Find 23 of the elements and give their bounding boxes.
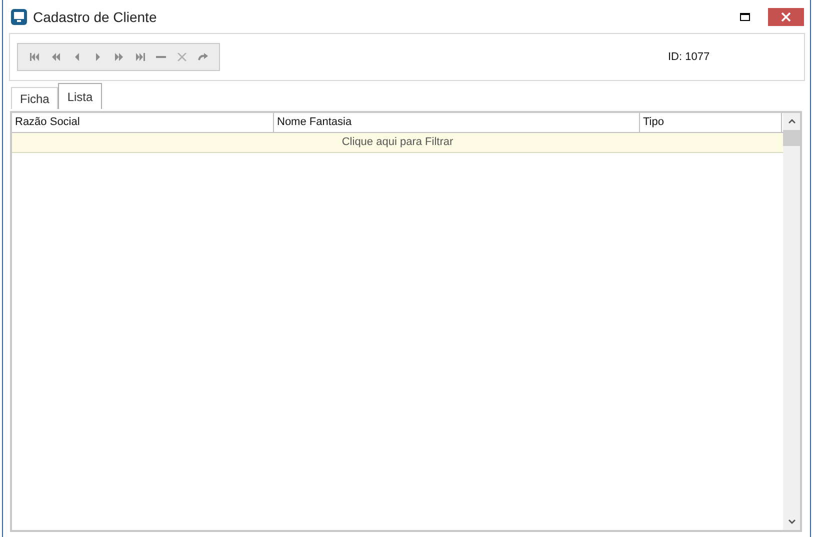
- column-header[interactable]: Tipo: [640, 113, 782, 132]
- minus-icon: [156, 53, 166, 61]
- scroll-up-icon[interactable]: [788, 119, 796, 124]
- filter-row[interactable]: Clique aqui para Filtrar: [12, 133, 783, 153]
- tab[interactable]: Ficha: [11, 87, 58, 109]
- skip-back-icon: [30, 53, 40, 61]
- monitor-icon: [11, 8, 27, 24]
- record-id: ID: 1077: [668, 51, 710, 63]
- maximize-icon: [740, 12, 750, 20]
- column-header[interactable]: Razão Social: [12, 113, 274, 132]
- tab[interactable]: Lista: [58, 83, 102, 109]
- close-icon: [781, 12, 791, 22]
- cross-icon: [176, 53, 186, 61]
- curved-arrow-icon: [198, 53, 208, 61]
- vertical-scrollbar[interactable]: [783, 113, 800, 530]
- close-button[interactable]: [768, 8, 804, 26]
- window-title: Cadastro de Cliente: [33, 8, 157, 24]
- rewind-icon: [50, 53, 60, 61]
- skip-forward-icon: [134, 53, 144, 61]
- scroll-down-icon[interactable]: [788, 519, 796, 524]
- column-header[interactable]: Nome Fantasia: [274, 113, 640, 132]
- fast-forward-icon: [114, 53, 124, 61]
- scroll-thumb[interactable]: [783, 130, 800, 146]
